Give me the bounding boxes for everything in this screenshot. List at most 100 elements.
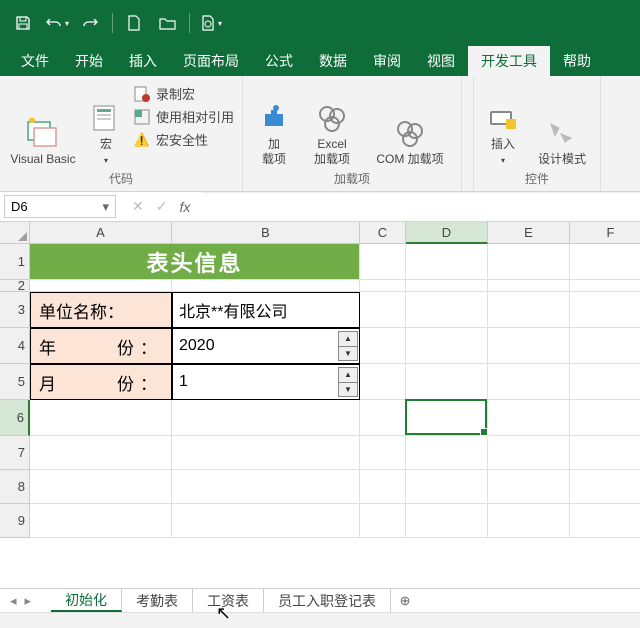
spinner-control[interactable]: ▲▼: [338, 331, 358, 361]
ribbon-tab[interactable]: 视图: [414, 46, 468, 76]
spinner-down-icon[interactable]: ▼: [339, 383, 357, 397]
com-addins-button[interactable]: COM 加载项: [367, 80, 453, 166]
cell[interactable]: 1: [172, 364, 360, 400]
spinner-down-icon[interactable]: ▼: [339, 347, 357, 361]
record-macro-button[interactable]: 录制宏: [134, 84, 234, 103]
cell[interactable]: [570, 470, 640, 504]
cell[interactable]: [488, 364, 570, 400]
spinner-up-icon[interactable]: ▲: [339, 368, 357, 383]
cell[interactable]: [406, 436, 488, 470]
column-header[interactable]: C: [360, 222, 406, 244]
ribbon-tab[interactable]: 开发工具: [468, 46, 550, 76]
ribbon-tab[interactable]: 插入: [116, 46, 170, 76]
cell[interactable]: 单位名称：: [30, 292, 172, 328]
sheet-tab[interactable]: 考勤表: [122, 589, 193, 612]
cell[interactable]: [360, 400, 406, 436]
new-sheet-button[interactable]: ⊕: [391, 593, 419, 609]
macros-button[interactable]: 宏▾: [86, 80, 126, 166]
cell[interactable]: [360, 328, 406, 364]
sheet-nav-last-icon[interactable]: ▸: [25, 593, 32, 609]
cell[interactable]: [570, 504, 640, 538]
cell[interactable]: [488, 400, 570, 436]
horizontal-scrollbar[interactable]: [0, 612, 640, 628]
row-header[interactable]: 8: [0, 470, 30, 504]
row-header[interactable]: 4: [0, 328, 30, 364]
sheet-nav-first-icon[interactable]: ◂: [10, 593, 17, 609]
row-header[interactable]: 1: [0, 244, 30, 280]
cell[interactable]: [30, 280, 172, 292]
cell[interactable]: [406, 244, 488, 280]
column-header[interactable]: A: [30, 222, 172, 244]
cell[interactable]: [488, 280, 570, 292]
row-header[interactable]: 5: [0, 364, 30, 400]
row-header[interactable]: 9: [0, 504, 30, 538]
print-preview-icon[interactable]: ▾: [194, 3, 228, 43]
open-file-icon[interactable]: [151, 3, 185, 43]
ribbon-tab[interactable]: 开始: [62, 46, 116, 76]
row-header[interactable]: 3: [0, 292, 30, 328]
cell[interactable]: [30, 504, 172, 538]
cell[interactable]: [488, 292, 570, 328]
cell[interactable]: [360, 280, 406, 292]
column-header[interactable]: B: [172, 222, 360, 244]
save-icon[interactable]: [6, 3, 40, 43]
cell[interactable]: [172, 400, 360, 436]
formula-input[interactable]: [202, 192, 640, 221]
spinner-up-icon[interactable]: ▲: [339, 332, 357, 347]
cell[interactable]: [30, 400, 172, 436]
cell[interactable]: [360, 436, 406, 470]
row-header[interactable]: 7: [0, 436, 30, 470]
cell[interactable]: [172, 280, 360, 292]
title-cell[interactable]: 表头信息: [30, 244, 360, 280]
cell[interactable]: 年份：: [30, 328, 172, 364]
cell[interactable]: [488, 470, 570, 504]
cell[interactable]: [406, 328, 488, 364]
cell[interactable]: [360, 504, 406, 538]
design-mode-button[interactable]: 设计模式: [532, 80, 592, 166]
fx-icon[interactable]: fx: [179, 199, 190, 215]
cell[interactable]: [488, 244, 570, 280]
cell[interactable]: 月份：: [30, 364, 172, 400]
cell[interactable]: [570, 244, 640, 280]
sheet-tab[interactable]: 员工入职登记表: [264, 589, 391, 612]
name-box[interactable]: D6▾: [4, 195, 116, 218]
worksheet-grid[interactable]: ABCDEF 123456789 表头信息单位名称：北京**有限公司年份：202…: [0, 222, 640, 574]
cell[interactable]: [406, 470, 488, 504]
sheet-tab[interactable]: 初始化: [51, 589, 122, 612]
cell[interactable]: [30, 470, 172, 504]
row-header[interactable]: 6: [0, 400, 30, 436]
cell[interactable]: [406, 400, 488, 436]
cell[interactable]: [360, 244, 406, 280]
cell[interactable]: [360, 364, 406, 400]
cell[interactable]: [570, 280, 640, 292]
ribbon-tab[interactable]: 公式: [252, 46, 306, 76]
cell[interactable]: [406, 504, 488, 538]
select-all-triangle[interactable]: [0, 222, 30, 244]
ribbon-tab[interactable]: 文件: [8, 46, 62, 76]
insert-control-button[interactable]: 插入▾: [482, 80, 524, 166]
undo-icon[interactable]: ▾: [40, 3, 74, 43]
redo-icon[interactable]: [74, 3, 108, 43]
ribbon-tab[interactable]: 数据: [306, 46, 360, 76]
ribbon-tab[interactable]: 帮助: [550, 46, 604, 76]
excel-addins-button[interactable]: Excel 加载项: [305, 80, 359, 166]
cell[interactable]: [360, 292, 406, 328]
row-header[interactable]: 2: [0, 280, 30, 292]
cell[interactable]: [488, 504, 570, 538]
cell[interactable]: [406, 364, 488, 400]
cell[interactable]: 2020: [172, 328, 360, 364]
visual-basic-button[interactable]: Visual Basic: [8, 80, 78, 166]
cell[interactable]: [570, 436, 640, 470]
column-header[interactable]: D: [406, 222, 488, 244]
cell[interactable]: [172, 470, 360, 504]
cell[interactable]: [406, 280, 488, 292]
spinner-control[interactable]: ▲▼: [338, 367, 358, 397]
ribbon-tab[interactable]: 页面布局: [170, 46, 252, 76]
column-header[interactable]: F: [570, 222, 640, 244]
relative-ref-button[interactable]: 使用相对引用: [134, 107, 234, 126]
cell[interactable]: [570, 292, 640, 328]
cell[interactable]: [406, 292, 488, 328]
sheet-tab[interactable]: 工资表: [193, 589, 264, 612]
new-file-icon[interactable]: [117, 3, 151, 43]
macro-security-button[interactable]: ⚠️宏安全性: [134, 130, 234, 149]
